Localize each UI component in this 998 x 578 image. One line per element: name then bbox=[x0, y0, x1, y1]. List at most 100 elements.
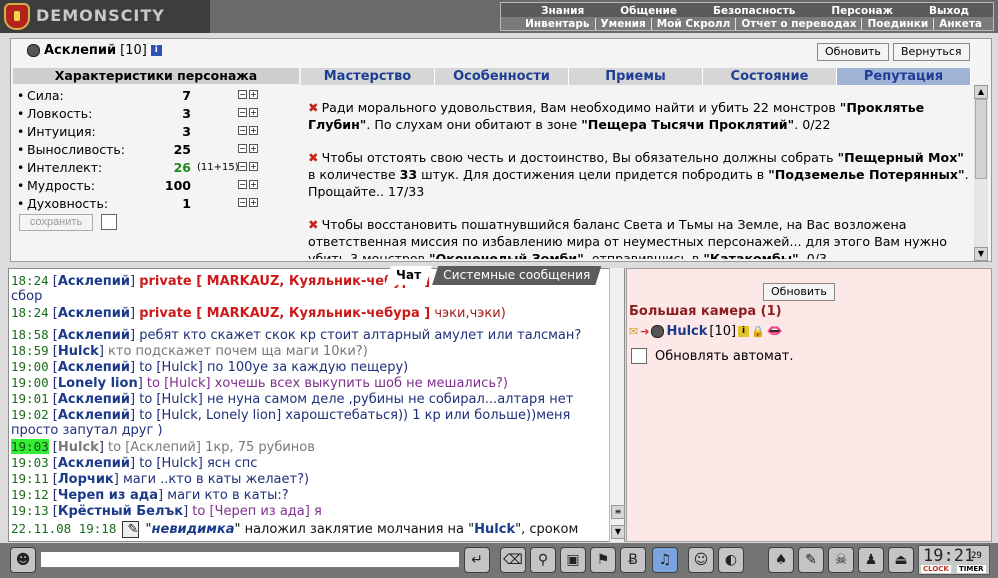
stats-checkbox[interactable] bbox=[101, 214, 117, 230]
plus-icon[interactable]: + bbox=[249, 144, 258, 153]
message-author[interactable]: Асклепий bbox=[58, 408, 130, 423]
timer-label[interactable]: TIMER bbox=[957, 565, 986, 573]
target-name[interactable]: Hulck bbox=[474, 522, 515, 537]
minus-icon[interactable]: − bbox=[238, 108, 247, 117]
music-icon[interactable]: ♫ bbox=[652, 547, 678, 573]
send-icon[interactable]: ↵ bbox=[464, 547, 490, 573]
message-time[interactable]: 19:13 bbox=[11, 503, 49, 518]
minus-icon[interactable]: − bbox=[238, 198, 247, 207]
message-author[interactable]: Череп из ада bbox=[58, 488, 158, 503]
message-time[interactable]: 19:01 bbox=[11, 391, 49, 406]
quest-scrollbar[interactable]: ▲ ▼ bbox=[974, 85, 988, 261]
nav-duels[interactable]: Поединки bbox=[861, 17, 933, 30]
scroll-down-icon[interactable]: ▼ bbox=[974, 247, 988, 261]
nav-transfer-report[interactable]: Отчет о переводах bbox=[735, 17, 861, 30]
nav-inventory[interactable]: Инвентарь bbox=[520, 18, 594, 30]
user-icon[interactable]: ♟ bbox=[858, 547, 884, 573]
tab-reputation[interactable]: Репутация bbox=[837, 68, 971, 85]
message-time[interactable]: 18:24 bbox=[11, 273, 49, 288]
nav-skills[interactable]: Умения bbox=[594, 17, 651, 30]
nav-security[interactable]: Безопасность bbox=[695, 5, 813, 17]
message-time[interactable]: 19:00 bbox=[11, 359, 49, 374]
nav-communication[interactable]: Общение bbox=[602, 5, 695, 17]
message-author[interactable]: Асклепий bbox=[58, 306, 130, 321]
scroll-thumb[interactable] bbox=[975, 99, 987, 179]
smile-icon[interactable]: ☺ bbox=[688, 547, 714, 573]
nav-profile[interactable]: Анкета bbox=[933, 17, 987, 30]
nav-exit[interactable]: Выход bbox=[911, 5, 987, 17]
message-time[interactable]: 18:59 bbox=[11, 343, 49, 358]
info-icon[interactable]: i bbox=[150, 45, 162, 56]
eraser-icon[interactable]: ⌫ bbox=[500, 547, 526, 573]
nav-knowledge[interactable]: Знания bbox=[523, 5, 602, 17]
plus-icon[interactable]: + bbox=[249, 108, 258, 117]
message-author[interactable]: Крёстный Белък bbox=[58, 504, 183, 519]
scroll-icon[interactable]: ✎ bbox=[798, 547, 824, 573]
exit-icon[interactable]: ⏏ bbox=[888, 547, 914, 573]
plus-icon[interactable]: + bbox=[249, 180, 258, 189]
nav-character[interactable]: Персонаж bbox=[813, 5, 911, 17]
caster-name[interactable]: невидимка bbox=[152, 522, 235, 537]
message-time[interactable]: 19:11 bbox=[11, 471, 49, 486]
tab-features[interactable]: Особенности bbox=[435, 68, 569, 85]
minus-icon[interactable]: − bbox=[238, 126, 247, 135]
auto-refresh-checkbox[interactable] bbox=[631, 348, 647, 364]
save-stats-button[interactable]: сохранить bbox=[19, 214, 93, 231]
room-user[interactable]: ✉ ➔ Hulck [10] i 🔒 👄 bbox=[629, 324, 783, 339]
bag-icon[interactable]: ♠ bbox=[768, 547, 794, 573]
logo: DEMONSCITY bbox=[0, 0, 210, 33]
message-author[interactable]: Lonely lion bbox=[58, 376, 138, 391]
minus-icon[interactable]: − bbox=[238, 162, 247, 171]
scroll-grip-icon[interactable]: ≡ bbox=[611, 505, 625, 519]
tab-techniques[interactable]: Приемы bbox=[569, 68, 703, 85]
minus-icon[interactable]: − bbox=[238, 180, 247, 189]
clock-label[interactable]: CLOCK bbox=[921, 565, 951, 573]
message-time[interactable]: 19:00 bbox=[11, 375, 49, 390]
minus-icon[interactable]: − bbox=[238, 144, 247, 153]
plus-icon[interactable]: + bbox=[249, 126, 258, 135]
quest-text: . По слухам они обитают в зоне bbox=[366, 117, 582, 132]
message-time[interactable]: 18:58 bbox=[11, 327, 49, 342]
skull-icon[interactable]: ☠ bbox=[828, 547, 854, 573]
room-refresh-button[interactable]: Обновить bbox=[763, 283, 835, 301]
bracket: ] bbox=[130, 360, 140, 375]
tab-state[interactable]: Состояние bbox=[703, 68, 837, 85]
minus-icon[interactable]: − bbox=[238, 90, 247, 99]
room-user-name[interactable]: Hulck bbox=[666, 324, 707, 339]
nav-my-scroll[interactable]: Мой Скролл bbox=[650, 17, 736, 30]
info-icon[interactable]: i bbox=[738, 326, 750, 337]
private-recipients[interactable]: private [ MARKAUZ, Куяльник-чебура ] bbox=[139, 306, 430, 321]
message-time[interactable]: 19:03 bbox=[11, 455, 49, 470]
filter-icon[interactable]: ⚲ bbox=[530, 547, 556, 573]
refresh-button[interactable]: Обновить bbox=[817, 43, 889, 61]
message-author[interactable]: Асклепий bbox=[58, 360, 130, 375]
plus-icon[interactable]: + bbox=[249, 162, 258, 171]
chat-input[interactable] bbox=[40, 551, 460, 568]
plus-icon[interactable]: + bbox=[249, 198, 258, 207]
message-time[interactable]: 18:24 bbox=[11, 305, 49, 320]
message-author[interactable]: Асклепий bbox=[58, 392, 130, 407]
save-icon[interactable]: ▣ bbox=[560, 547, 586, 573]
message-time[interactable]: 19:03 bbox=[11, 439, 49, 454]
tab-system-messages[interactable]: Системные сообщения bbox=[432, 266, 601, 285]
message-author[interactable]: Асклепий bbox=[58, 456, 130, 471]
head-icon[interactable]: ☻ bbox=[10, 547, 36, 573]
message-author[interactable]: Асклепий bbox=[58, 274, 130, 289]
back-button[interactable]: Вернуться bbox=[893, 43, 970, 61]
helmet-icon[interactable]: ◐ bbox=[718, 547, 744, 573]
message-author[interactable]: Лорчик bbox=[58, 472, 114, 487]
translit-icon[interactable]: Ƀ bbox=[620, 547, 646, 573]
walk-icon[interactable]: ⚑ bbox=[590, 547, 616, 573]
message-time[interactable]: 19:02 bbox=[11, 407, 49, 422]
message-author[interactable]: Асклепий bbox=[58, 328, 130, 343]
message-author[interactable]: Hulck bbox=[58, 344, 99, 359]
tab-chat[interactable]: Чат bbox=[385, 266, 432, 285]
plus-icon[interactable]: + bbox=[249, 90, 258, 99]
message-time[interactable]: 22.11.08 19:18 bbox=[11, 521, 116, 536]
scroll-up-icon[interactable]: ▲ bbox=[974, 85, 988, 99]
scroll-down-icon[interactable]: ▼ bbox=[611, 525, 625, 539]
message-time[interactable]: 19:12 bbox=[11, 487, 49, 502]
tab-mastery[interactable]: Мастерство bbox=[301, 68, 435, 85]
chat-scrollbar[interactable]: ≡ ▼ bbox=[609, 268, 625, 542]
message-author[interactable]: Hulck bbox=[58, 440, 99, 455]
